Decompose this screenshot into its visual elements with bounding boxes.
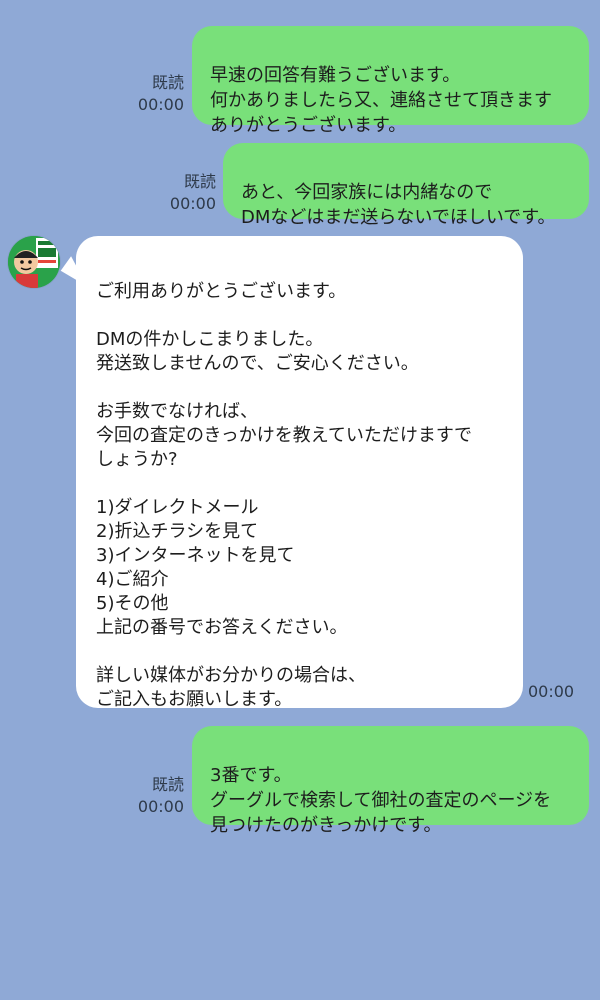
chat-thread: 既読 00:00 早速の回答有難うございます。 何かありましたら又、連絡させて頂… [0, 0, 600, 1000]
read-receipt: 既読 [151, 73, 184, 92]
message-time: 00:00 [169, 194, 216, 213]
message-2-meta: 既読 00:00 [170, 171, 216, 215]
read-receipt: 既読 [151, 775, 184, 794]
message-1-meta: 既読 00:00 [138, 72, 184, 116]
received-message-bubble[interactable]: ご利用ありがとうございます。 DMの件かしこまりました。 発送致しませんので、ご… [76, 236, 523, 710]
avatar-graphic [8, 236, 60, 288]
message-time: 00:00 [137, 95, 184, 114]
message-text: 早速の回答有難うございます。 何かありましたら又、連絡させて頂きます ありがとう… [210, 65, 552, 136]
real-estate-appraisal-avatar-icon[interactable] [8, 236, 60, 288]
sent-message-bubble[interactable]: あと、今回家族には内緒なので DMなどはまだ送らないでほしいです。 [223, 143, 589, 228]
message-text: 3番です。 グーグルで検索して御社の査定のページを 見つけたのがきっかけです。 [210, 765, 552, 836]
message-time: 00:00 [528, 682, 575, 701]
message-text: あと、今回家族には内緒なので DMなどはまだ送らないでほしいです。 [241, 182, 556, 228]
sent-message-bubble[interactable]: 3番です。 グーグルで検索して御社の査定のページを 見つけたのがきっかけです。 [192, 726, 589, 836]
sent-message-bubble[interactable]: 早速の回答有難うございます。 何かありましたら又、連絡させて頂きます ありがとう… [192, 26, 589, 136]
message-4-meta: 既読 00:00 [138, 774, 184, 818]
message-text: ご利用ありがとうございます。 DMの件かしこまりました。 発送致しませんので、ご… [96, 281, 473, 710]
read-receipt: 既読 [183, 172, 216, 191]
message-time: 00:00 [137, 797, 184, 816]
